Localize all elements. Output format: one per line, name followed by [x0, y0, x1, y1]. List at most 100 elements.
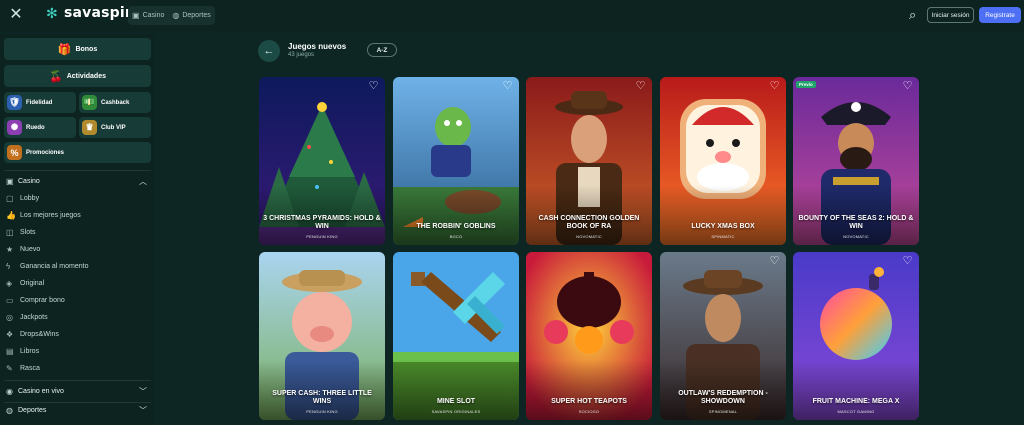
activities-icon: 🍒: [49, 70, 63, 83]
gift-icon: 🎁: [57, 43, 72, 56]
tab-casino[interactable]: ▣ Casino: [132, 11, 164, 20]
game-card[interactable]: Previo ♡ BOUNTY OF THE SEAS 2: HOLD & WI…: [793, 77, 919, 245]
heart-icon[interactable]: ♡: [368, 81, 379, 92]
casino-icon: ▣: [132, 11, 140, 20]
game-card[interactable]: SUPER HOT TEAPOTS SOCIOGO: [526, 252, 652, 420]
heart-icon[interactable]: ♡: [902, 81, 913, 92]
game-provider: BGCO: [449, 234, 463, 239]
crown-icon: ♛: [82, 120, 97, 135]
chevron-down-icon: ﹀: [139, 406, 147, 415]
games-count: 43 juegos: [288, 52, 315, 58]
register-button[interactable]: Registrate: [979, 7, 1021, 23]
game-card[interactable]: ♡ OUTLAW'S REDEMPTION - SHOWDOWN SPINOME…: [660, 252, 786, 420]
game-title: SUPER HOT TEAPOTS: [551, 398, 627, 405]
top-bar: ✕ ✻ savaspin ▣ Casino ◍ Deportes ⌕ Inici…: [0, 0, 1024, 31]
tab-sports[interactable]: ◍ Deportes: [172, 11, 210, 20]
back-button[interactable]: ←: [258, 40, 280, 62]
heart-icon[interactable]: ♡: [902, 256, 913, 267]
heart-icon[interactable]: ♡: [635, 81, 646, 92]
sidebar-item-label: Libros: [20, 348, 40, 355]
game-card[interactable]: SUPER CASH: THREE LITTLE WINS PENGUIN KI…: [259, 252, 385, 420]
promo-activities-label: Actividades: [66, 72, 106, 80]
game-provider: SOCIOGO: [578, 409, 600, 414]
promo-vip[interactable]: ♛ Club VIP: [79, 117, 151, 138]
slots-icon: ◫: [6, 228, 14, 237]
sidebar-item-original[interactable]: ◈ Original: [6, 276, 146, 291]
drops-icon: ❖: [6, 330, 14, 339]
sidebar-section-sports[interactable]: ◍ Deportes ﹀: [4, 403, 151, 418]
sports-section-label: Deportes: [18, 407, 47, 414]
sidebar-item-buy-bonus[interactable]: ▭ Comprar bono: [6, 293, 146, 308]
close-icon[interactable]: ✕: [8, 7, 24, 23]
buy-bonus-icon: ▭: [6, 296, 14, 305]
game-provider: SPINOMENAL: [708, 409, 738, 414]
lightning-icon: ϟ: [6, 262, 11, 271]
promo-vip-label: Club VIP: [101, 124, 126, 131]
casino-section-label: Casino: [18, 178, 40, 185]
promo-wheel-label: Ruedo: [26, 124, 45, 131]
promo-loyalty[interactable]: 🛡 Fidelidad: [4, 92, 76, 113]
sidebar-item-new[interactable]: ★ Nuevo: [6, 242, 146, 257]
thumbs-up-icon: 👍: [6, 211, 16, 220]
game-card[interactable]: ♡ CASH CONNECTION GOLDEN BOOK OF RA NOVO…: [526, 77, 652, 245]
sidebar-item-drops-wins[interactable]: ❖ Drops&Wins: [6, 327, 146, 342]
search-icon[interactable]: ⌕: [909, 8, 923, 22]
promo-bonos-label: Bonos: [75, 45, 98, 53]
game-title: FRUIT MACHINE: MEGA X: [812, 398, 900, 405]
promo-wheel[interactable]: ✺ Ruedo: [4, 117, 76, 138]
game-title: CASH CONNECTION GOLDEN BOOK OF RA: [538, 215, 640, 230]
game-card[interactable]: MINE SLOT SAVASPIN ORIGINALES: [393, 252, 519, 420]
promo-activities[interactable]: 🍒 Actividades: [4, 65, 151, 87]
login-button[interactable]: Iniciar sesión: [927, 7, 974, 23]
promo-promotions-label: Promociones: [26, 149, 65, 156]
game-title: THE ROBBIN' GOBLINS: [416, 223, 496, 230]
promo-cashback[interactable]: 💵 Cashback: [79, 92, 151, 113]
sports-section-icon: ◍: [6, 406, 13, 415]
sidebar-item-label: Original: [20, 280, 45, 287]
game-title: LUCKY XMAS BOX: [691, 223, 755, 230]
sidebar-item-scratch[interactable]: ✎ Rasca: [6, 361, 146, 376]
star-icon: ★: [6, 245, 14, 254]
promo-loyalty-label: Fidelidad: [26, 99, 53, 106]
original-icon: ◈: [6, 279, 13, 288]
sidebar-item-label: Jackpots: [20, 314, 48, 321]
preview-badge: Previo: [796, 81, 816, 88]
game-provider: MASCOT GAMING: [837, 409, 875, 414]
sidebar-item-label: Lobby: [20, 195, 40, 202]
game-card[interactable]: ♡ 3 CHRISTMAS PYRAMIDS: HOLD & WIN PENGU…: [259, 77, 385, 245]
jackpot-icon: ◎: [6, 313, 13, 322]
game-provider: NOVOMATIC: [576, 234, 602, 239]
promotions-icon: %: [7, 145, 22, 160]
sidebar-item-label: Drops&Wins: [20, 331, 59, 338]
game-card[interactable]: ♡ LUCKY XMAS BOX SPINMATIC: [660, 77, 786, 245]
sort-button[interactable]: A-Z: [367, 43, 397, 57]
sidebar-item-label: Comprar bono: [20, 297, 65, 304]
logo-mark-icon: ✻: [46, 5, 58, 21]
game-title: SUPER CASH: THREE LITTLE WINS: [272, 390, 372, 405]
book-icon: ▤: [6, 347, 14, 356]
sidebar-item-best-games[interactable]: 👍 Los mejores juegos: [6, 208, 146, 223]
promo-bonos[interactable]: 🎁 Bonos: [4, 38, 151, 60]
brand-logo[interactable]: ✻ savaspin: [46, 5, 135, 21]
tab-casino-label: Casino: [142, 12, 165, 19]
arrow-left-icon: ←: [263, 45, 275, 57]
game-provider: SAVASPIN ORIGINALES: [431, 409, 481, 414]
heart-icon[interactable]: ♡: [502, 81, 513, 92]
sidebar-item-jackpots[interactable]: ◎ Jackpots: [6, 310, 146, 325]
sidebar-section-live-casino[interactable]: ◉ Casino en vivo ﹀: [4, 384, 151, 399]
game-provider: NOVOMATIC: [843, 234, 869, 239]
game-card[interactable]: ♡ THE ROBBIN' GOBLINS BGCO: [393, 77, 519, 245]
live-section-label: Casino en vivo: [18, 388, 64, 395]
heart-icon[interactable]: ♡: [769, 81, 780, 92]
sidebar-item-label: Ganancia al momento: [20, 263, 89, 270]
sidebar-item-books[interactable]: ▤ Libros: [6, 344, 146, 359]
sidebar-section-casino[interactable]: ▣ Casino ︿: [4, 174, 151, 189]
sidebar-divider: [4, 380, 151, 381]
game-title: BOUNTY OF THE SEAS 2: HOLD & WIN: [798, 215, 914, 230]
promo-promotions[interactable]: % Promociones: [4, 142, 151, 163]
sidebar-item-slots[interactable]: ◫ Slots: [6, 225, 146, 240]
heart-icon[interactable]: ♡: [769, 256, 780, 267]
sidebar-item-lobby[interactable]: ▢ Lobby: [6, 191, 146, 206]
game-card[interactable]: ♡ FRUIT MACHINE: MEGA X MASCOT GAMING: [793, 252, 919, 420]
sidebar-item-instant-win[interactable]: ϟ Ganancia al momento: [6, 259, 146, 274]
